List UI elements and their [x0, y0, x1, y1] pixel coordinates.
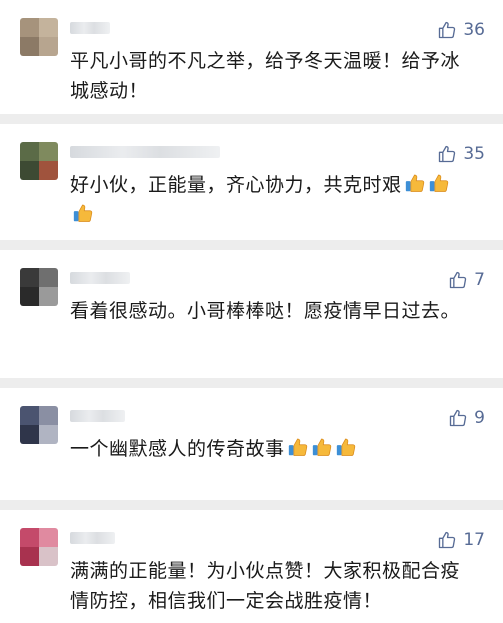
thumbs-up-emoji-icon [311, 436, 333, 458]
like-button[interactable]: 36 [437, 20, 485, 40]
comment-card: 7 看着很感动。小哥棒棒哒！愿疫情早日过去。 [0, 250, 503, 378]
like-count: 9 [474, 408, 485, 428]
thumbs-up-emoji-icon [335, 436, 357, 458]
commenter-name-blurred[interactable] [70, 410, 125, 422]
comment-card: 17 满满的正能量！为小伙点赞！大家积极配合疫情防控，相信我们一定会战胜疫情！ [0, 510, 503, 623]
thumbs-up-emoji-icon [287, 436, 309, 458]
avatar-pixel [20, 37, 39, 56]
comment-body: 看着很感动。小哥棒棒哒！愿疫情早日过去。 [70, 300, 461, 322]
comment-text: 满满的正能量！为小伙点赞！大家积极配合疫情防控，相信我们一定会战胜疫情！ [70, 556, 470, 616]
commenter-name-blurred[interactable] [70, 146, 220, 158]
comment-body: 平凡小哥的不凡之举，给予冬天温暖！给予冰城感动！ [70, 50, 461, 102]
comment-card: 9 一个幽默感人的传奇故事 [0, 388, 503, 500]
thumbs-up-outline-icon [448, 408, 468, 428]
thumbs-up-emoji-icon [72, 202, 94, 224]
avatar-pixel [39, 287, 58, 306]
like-count: 35 [463, 144, 485, 164]
thumbs-up-outline-icon [448, 270, 468, 290]
avatar[interactable] [20, 268, 58, 306]
thumbs-up-emoji-icon [428, 172, 450, 194]
avatar-pixel [39, 425, 58, 444]
comment-text: 好小伙，正能量，齐心协力，共克时艰 [70, 170, 470, 230]
thumbs-up-outline-icon [437, 20, 457, 40]
commenter-name-blurred[interactable] [70, 22, 110, 34]
avatar-pixel [39, 268, 58, 287]
like-button[interactable]: 7 [448, 270, 485, 290]
like-button[interactable]: 17 [437, 530, 485, 550]
thumbs-up-outline-icon [437, 530, 457, 550]
thumbs-up-outline-icon [437, 144, 457, 164]
comment-body: 一个幽默感人的传奇故事 [70, 438, 285, 460]
avatar-pixel [39, 161, 58, 180]
avatar-pixel [39, 37, 58, 56]
avatar-pixel [39, 406, 58, 425]
comment-text: 平凡小哥的不凡之举，给予冬天温暖！给予冰城感动！ [70, 46, 470, 106]
commenter-name-blurred[interactable] [70, 532, 115, 544]
avatar-pixel [20, 528, 39, 547]
like-count: 7 [474, 270, 485, 290]
commenter-name-blurred[interactable] [70, 272, 130, 284]
thumbs-up-emoji-icon [404, 172, 426, 194]
avatar-pixel [20, 287, 39, 306]
comment-body: 好小伙，正能量，齐心协力，共克时艰 [70, 174, 402, 196]
avatar[interactable] [20, 18, 58, 56]
avatar-pixel [39, 18, 58, 37]
avatar-pixel [20, 161, 39, 180]
avatar-pixel [20, 268, 39, 287]
avatar-pixel [20, 18, 39, 37]
avatar-pixel [20, 425, 39, 444]
avatar-pixel [20, 547, 39, 566]
avatar-pixel [20, 406, 39, 425]
avatar[interactable] [20, 528, 58, 566]
like-count: 17 [463, 530, 485, 550]
comment-card: 35 好小伙，正能量，齐心协力，共克时艰 [0, 124, 503, 240]
comment-text: 一个幽默感人的传奇故事 [70, 434, 470, 464]
avatar[interactable] [20, 142, 58, 180]
comment-card: 36 平凡小哥的不凡之举，给予冬天温暖！给予冰城感动！ [0, 0, 503, 114]
like-button[interactable]: 35 [437, 144, 485, 164]
comment-text: 看着很感动。小哥棒棒哒！愿疫情早日过去。 [70, 296, 470, 326]
like-count: 36 [463, 20, 485, 40]
avatar[interactable] [20, 406, 58, 444]
comment-list: 36 平凡小哥的不凡之举，给予冬天温暖！给予冰城感动！ 35 好小伙，正能量，齐… [0, 0, 503, 623]
emoji-group [285, 438, 357, 460]
comment-body: 满满的正能量！为小伙点赞！大家积极配合疫情防控，相信我们一定会战胜疫情！ [70, 560, 461, 612]
like-button[interactable]: 9 [448, 408, 485, 428]
avatar-pixel [20, 142, 39, 161]
avatar-pixel [39, 528, 58, 547]
avatar-pixel [39, 142, 58, 161]
avatar-pixel [39, 547, 58, 566]
